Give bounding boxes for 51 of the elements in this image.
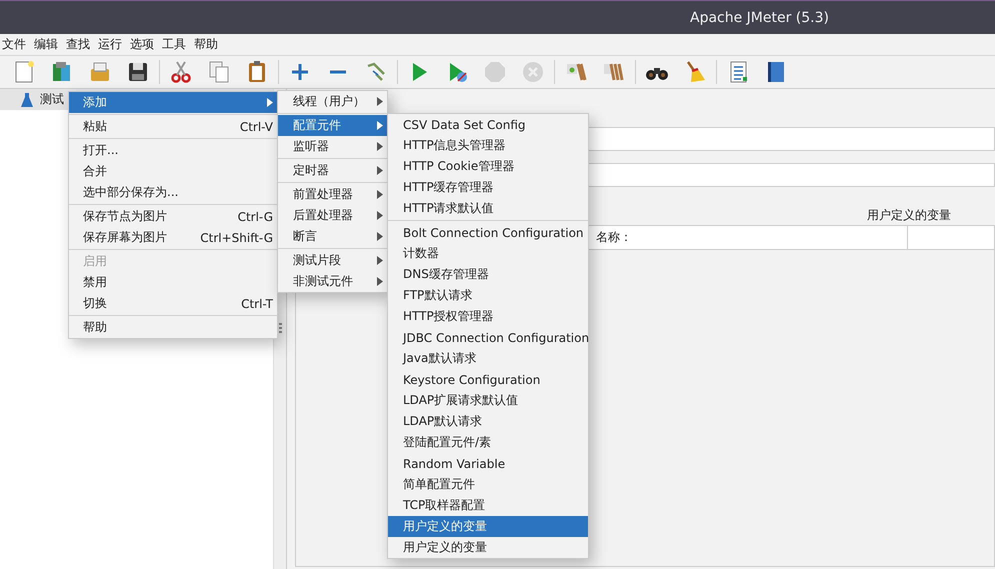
menu-item[interactable]: 监听器 — [278, 136, 387, 157]
menu-item[interactable]: 工具 — [162, 36, 186, 53]
menu-item[interactable]: 打开... — [69, 140, 277, 161]
menu-item[interactable]: 切换 Ctrl-T — [69, 293, 277, 314]
menu-item[interactable]: DNS缓存管理器 — [388, 264, 588, 285]
menu-item[interactable]: 添加 — [69, 92, 277, 113]
menu-item[interactable]: 运行 — [98, 36, 122, 53]
menu-item[interactable]: HTTP Cookie管理器 — [388, 156, 588, 177]
splitter-handle[interactable] — [278, 323, 282, 335]
window-title: Apache JMeter (5.3) — [690, 10, 829, 26]
menu-item[interactable]: 帮助 — [69, 317, 277, 338]
menu-item[interactable]: HTTP信息头管理器 — [388, 135, 588, 156]
menu-item[interactable]: 前置处理器 — [278, 184, 387, 205]
menu-item[interactable]: 后置处理器 — [278, 205, 387, 226]
menu-item[interactable]: 禁用 — [69, 272, 277, 293]
menu-item[interactable]: LDAP默认请求 — [388, 411, 588, 432]
menu-item[interactable]: 用户定义的变量 — [388, 537, 588, 558]
menu-item[interactable]: 登陆配置元件/素 — [388, 432, 588, 453]
menu-item[interactable]: 非测试元件 — [278, 271, 387, 292]
tree-item-label: 测试 — [40, 91, 64, 108]
menu-item[interactable]: 线程（用户） — [278, 91, 387, 112]
menu-item[interactable]: FTP默认请求 — [388, 285, 588, 306]
menu-item[interactable]: HTTP请求默认值 — [388, 198, 588, 219]
menu-item[interactable]: TCP取样器配置 — [388, 495, 588, 516]
menu-item[interactable]: HTTP缓存管理器 — [388, 177, 588, 198]
menu-item[interactable]: 保存屏幕为图片 Ctrl+Shift-G — [69, 227, 277, 248]
menu-item[interactable]: LDAP扩展请求默认值 — [388, 390, 588, 411]
menu-item[interactable]: JDBC Connection Configuration — [388, 327, 588, 348]
menu-item[interactable]: Random Variable — [388, 453, 588, 474]
menu-item[interactable]: 选中部分保存为... — [69, 182, 277, 203]
menu-item[interactable]: 用户定义的变量 — [388, 516, 588, 537]
flask-icon — [20, 92, 34, 108]
menu-item[interactable]: 选项 — [130, 36, 154, 53]
menu-item[interactable]: CSV Data Set Config — [388, 114, 588, 135]
menu-item[interactable]: 简单配置元件 — [388, 474, 588, 495]
menu-item[interactable]: HTTP授权管理器 — [388, 306, 588, 327]
menu-item[interactable]: 配置元件 — [278, 115, 387, 136]
menu-item[interactable]: 粘贴 Ctrl-V — [69, 116, 277, 137]
menu-item[interactable]: 文件 — [2, 36, 26, 53]
table-title: 用户定义的变量 — [867, 206, 951, 224]
menu-item[interactable]: Java默认请求 — [388, 348, 588, 369]
menu-item[interactable]: 编辑 — [34, 36, 58, 53]
menu-item[interactable]: 保存节点为图片 Ctrl-G — [69, 206, 277, 227]
menu-item[interactable]: 帮助 — [194, 36, 218, 53]
menu-item[interactable]: 定时器 — [278, 160, 387, 181]
menu-item[interactable]: Keystore Configuration — [388, 369, 588, 390]
menu-item[interactable]: 查找 — [66, 36, 90, 53]
menu-item[interactable]: 测试片段 — [278, 250, 387, 271]
text-field[interactable] — [588, 163, 995, 187]
menu-item[interactable]: 合并 — [69, 161, 277, 182]
text-field[interactable] — [588, 127, 995, 151]
